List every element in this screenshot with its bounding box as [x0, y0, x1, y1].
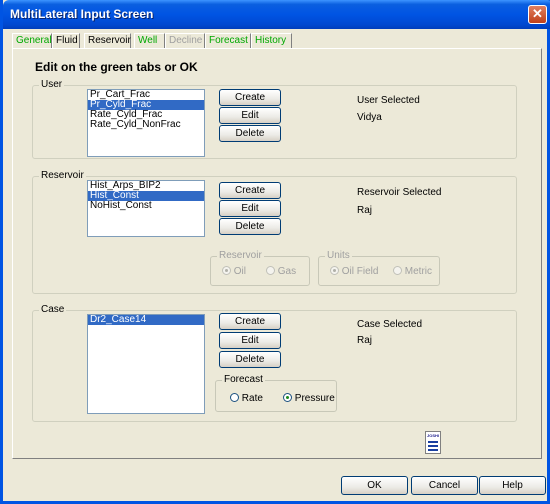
- reservoir-edit-button[interactable]: Edit: [219, 200, 281, 217]
- reservoir-delete-button[interactable]: Delete: [219, 218, 281, 235]
- case-group-label: Case: [39, 304, 67, 315]
- ok-button[interactable]: OK: [341, 476, 408, 495]
- user-edit-button[interactable]: Edit: [219, 107, 281, 124]
- radio-icon: [283, 393, 292, 402]
- list-item[interactable]: NoHist_Const: [88, 201, 204, 211]
- pressure-radio-label: Pressure: [294, 393, 335, 404]
- gas-radio[interactable]: Gas: [266, 266, 296, 277]
- tab-reservoir[interactable]: Reservoir: [84, 33, 131, 49]
- forecast-label: Forecast: [222, 374, 265, 385]
- oil-radio-label: Oil: [233, 266, 247, 277]
- reservoir-listbox[interactable]: Hist_Arps_BIP2 Hist_Const NoHist_Const: [87, 180, 205, 237]
- logo-bar: [428, 441, 438, 443]
- metric-radio-label: Metric: [404, 266, 433, 277]
- user-selected-label: User Selected: [357, 95, 420, 106]
- user-delete-button[interactable]: Delete: [219, 125, 281, 142]
- title-bar[interactable]: MultiLateral Input Screen ✕: [3, 0, 550, 29]
- radio-icon: [266, 266, 275, 275]
- user-selected-value: Vidya: [357, 112, 382, 123]
- case-create-button[interactable]: Create: [219, 313, 281, 330]
- reservoir-selected-label: Reservoir Selected: [357, 187, 442, 198]
- reservoir-create-button[interactable]: Create: [219, 182, 281, 199]
- radio-icon: [230, 393, 239, 402]
- metric-radio[interactable]: Metric: [393, 266, 432, 277]
- oil-radio[interactable]: Oil: [222, 266, 246, 277]
- reservoir-type-label: Reservoir: [217, 250, 264, 261]
- rate-radio-label: Rate: [241, 393, 263, 404]
- reservoir-selected-value: Raj: [357, 205, 373, 216]
- rate-radio[interactable]: Rate: [230, 393, 263, 404]
- main-window: MultiLateral Input Screen ✕ General Flui…: [0, 0, 550, 504]
- tab-decline[interactable]: Decline: [165, 33, 205, 48]
- close-button[interactable]: ✕: [528, 5, 547, 24]
- case-delete-button[interactable]: Delete: [219, 351, 281, 368]
- joshi-logo-icon: JOSHI: [425, 431, 441, 454]
- radio-icon: [330, 266, 339, 275]
- window-title: MultiLateral Input Screen: [10, 7, 154, 21]
- radio-icon: [222, 266, 231, 275]
- close-icon: ✕: [532, 6, 543, 21]
- logo-text: JOSHI: [426, 433, 439, 438]
- tab-well[interactable]: Well: [134, 33, 165, 48]
- cancel-button[interactable]: Cancel: [411, 476, 478, 495]
- list-item[interactable]: Rate_Cyld_NonFrac: [88, 120, 204, 130]
- user-create-button[interactable]: Create: [219, 89, 281, 106]
- tab-general[interactable]: General: [12, 33, 52, 48]
- list-item[interactable]: Dr2_Case14: [88, 315, 204, 325]
- oil-field-radio[interactable]: Oil Field: [330, 266, 378, 277]
- user-listbox[interactable]: Pr_Cart_Frac Pr_Cyld_Frac Rate_Cyld_Frac…: [87, 89, 205, 157]
- tab-history[interactable]: History: [251, 33, 292, 48]
- help-button[interactable]: Help: [479, 476, 546, 495]
- case-selected-value: Raj: [357, 335, 373, 346]
- gas-radio-label: Gas: [277, 266, 297, 277]
- oil-field-radio-label: Oil Field: [341, 266, 379, 277]
- tab-fluid[interactable]: Fluid: [52, 33, 80, 48]
- reservoir-group-label: Reservoir: [39, 170, 86, 181]
- page-heading: Edit on the green tabs or OK: [35, 60, 198, 74]
- user-group-label: User: [39, 79, 65, 90]
- radio-icon: [393, 266, 402, 275]
- tab-forecast[interactable]: Forecast: [205, 33, 251, 48]
- pressure-radio[interactable]: Pressure: [283, 393, 335, 404]
- case-listbox[interactable]: Dr2_Case14: [87, 314, 205, 414]
- units-label: Units: [325, 250, 352, 261]
- case-selected-label: Case Selected: [357, 319, 423, 330]
- logo-bar: [428, 445, 438, 447]
- case-edit-button[interactable]: Edit: [219, 332, 281, 349]
- logo-bar: [428, 449, 438, 451]
